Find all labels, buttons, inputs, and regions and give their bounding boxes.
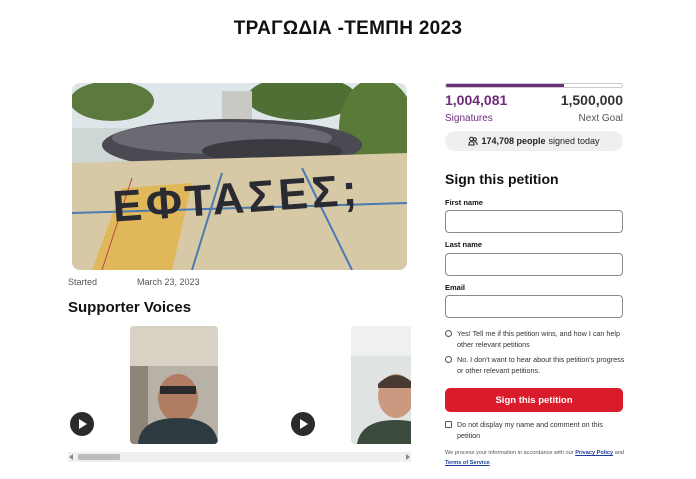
hide-name-label: Do not display my name and comment on th… — [457, 420, 603, 440]
started-label: Started — [68, 277, 98, 287]
signature-progress-fill — [446, 84, 564, 87]
signed-today-count: 174,708 people — [481, 136, 546, 146]
sign-petition-button[interactable]: Sign this petition — [445, 388, 623, 412]
last-name-label: Last name — [445, 240, 483, 249]
privacy-and-text: and — [614, 450, 625, 456]
opt-in-yes-label: Yes! Tell me if this petition wins, and … — [457, 329, 621, 349]
opt-in-no-radio[interactable] — [445, 356, 452, 363]
supporter-video-card[interactable] — [351, 326, 411, 444]
hide-name-checkbox[interactable] — [445, 421, 452, 428]
sign-petition-heading: Sign this petition — [445, 171, 559, 187]
signature-progress-bar — [445, 83, 623, 88]
privacy-policy-link[interactable]: Privacy Policy — [575, 450, 613, 456]
people-icon — [468, 136, 479, 146]
supporter-voices-heading: Supporter Voices — [68, 299, 192, 316]
scroll-right-icon[interactable] — [406, 454, 410, 460]
first-name-label: First name — [445, 198, 483, 207]
opt-in-no-label: No. I don't want to hear about this peti… — [457, 355, 625, 375]
scroll-left-icon[interactable] — [69, 454, 73, 460]
first-name-input[interactable] — [445, 210, 623, 233]
next-goal-label: Next Goal — [578, 113, 623, 124]
privacy-notice: We process your information in accordanc… — [445, 448, 625, 468]
last-name-input[interactable] — [445, 253, 623, 276]
email-input[interactable] — [445, 295, 623, 318]
opt-in-yes-radio[interactable] — [445, 330, 452, 337]
carousel-scrollbar[interactable] — [68, 452, 411, 462]
play-icon[interactable] — [70, 412, 94, 436]
email-label: Email — [445, 283, 466, 292]
goal-count: 1,500,000 — [560, 92, 623, 108]
opt-in-no-option[interactable]: No. I don't want to hear about this peti… — [445, 354, 625, 376]
supporter-video-card[interactable] — [130, 326, 218, 444]
signature-count: 1,004,081 — [445, 92, 508, 108]
hide-name-option[interactable]: Do not display my name and comment on th… — [445, 419, 625, 441]
privacy-text: We process your information in accordanc… — [445, 450, 574, 456]
started-date: March 23, 2023 — [137, 277, 200, 287]
privacy-period: . — [489, 460, 492, 466]
terms-of-service-link[interactable]: Terms of Service — [445, 460, 490, 466]
signatures-label: Signatures — [445, 113, 493, 124]
signed-today-suffix: signed today — [548, 136, 600, 146]
opt-in-yes-option[interactable]: Yes! Tell me if this petition wins, and … — [445, 328, 625, 350]
scroll-thumb[interactable] — [78, 454, 120, 460]
play-icon[interactable] — [291, 412, 315, 436]
signed-today-badge: 174,708 people signed today — [445, 131, 623, 151]
supporter-voices-carousel[interactable] — [68, 318, 411, 464]
petition-title: ΤΡΑΓΩΔΙΑ -ΤΕΜΠΗ 2023 — [233, 18, 463, 39]
petition-hero-image: ΕΦΤΑΣΕΣ; — [72, 83, 407, 270]
